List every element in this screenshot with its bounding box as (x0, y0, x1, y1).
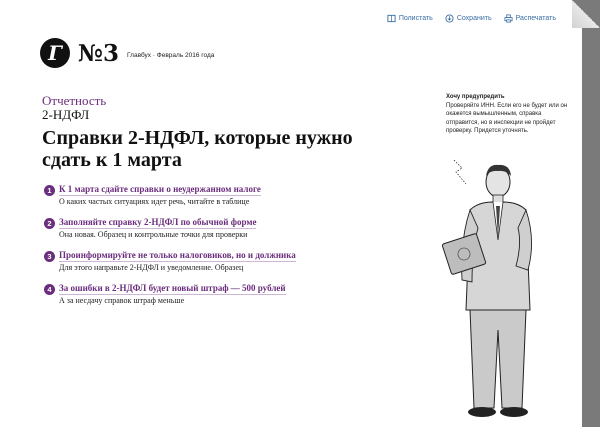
article-contents-list: 1 К 1 марта сдайте справки о неудержанно… (44, 184, 344, 316)
print-button[interactable]: Распечатать (504, 14, 556, 23)
item-description: Для этого направьте 2-НДФЛ и уведомление… (59, 263, 244, 272)
list-item: 3 Проинформируйте не только налоговиков,… (44, 250, 344, 283)
book-icon (387, 14, 396, 23)
list-item: 1 К 1 марта сдайте справки о неудержанно… (44, 184, 344, 217)
item-link[interactable]: К 1 марта сдайте справки о неудержанном … (59, 184, 261, 196)
list-item: 4 За ошибки в 2-НДФЛ будет новый штраф —… (44, 283, 344, 316)
note-title: Хочу предупредить (446, 94, 505, 100)
browse-button[interactable]: Полистать (387, 14, 433, 23)
save-label: Сохранить (456, 15, 492, 22)
note-text: Проверяйте ИНН. Если его не будет или он… (446, 102, 568, 135)
item-number-badge: 4 (44, 284, 55, 295)
item-description: Она новая. Образец и контрольные точки д… (59, 230, 248, 239)
item-number-badge: 3 (44, 251, 55, 262)
item-description: А за несдачу справок штраф меньше (59, 296, 185, 305)
print-label: Распечатать (515, 15, 556, 22)
article-subrubric: 2-НДФЛ (42, 107, 90, 122)
item-description: О каких частых ситуациях идет речь, чита… (59, 197, 250, 206)
magazine-page: Полистать Сохранить Распечатать Г №3 Гла… (0, 0, 582, 427)
item-link[interactable]: За ошибки в 2-НДФЛ будет новый штраф — 5… (59, 283, 286, 295)
item-link[interactable]: Заполняйте справку 2-НДФЛ по обычной фор… (59, 217, 257, 229)
magazine-issue-line: Главбух · Февраль 2016 года (127, 52, 215, 59)
page-edge (582, 28, 600, 427)
logo-letter: Г (48, 41, 62, 65)
item-link[interactable]: Проинформируйте не только налоговиков, н… (59, 250, 296, 262)
printer-icon (504, 14, 513, 23)
item-number-badge: 1 (44, 185, 55, 196)
item-number-badge: 2 (44, 218, 55, 229)
page-curl (572, 0, 600, 28)
issue-number: №3 (78, 40, 120, 67)
expert-illustration (441, 159, 532, 417)
expert-note: Хочу предупредить Проверяйте ИНН. Если е… (446, 93, 576, 136)
browse-label: Полистать (398, 15, 433, 22)
save-button[interactable]: Сохранить (445, 14, 492, 23)
download-icon (445, 14, 454, 23)
toolbar: Полистать Сохранить Распечатать (387, 14, 556, 23)
article-headline: Справки 2-НДФЛ, которые нужно сдать к 1 … (42, 127, 353, 171)
magazine-logo: Г (40, 38, 70, 68)
list-item: 2 Заполняйте справку 2-НДФЛ по обычной ф… (44, 217, 344, 250)
